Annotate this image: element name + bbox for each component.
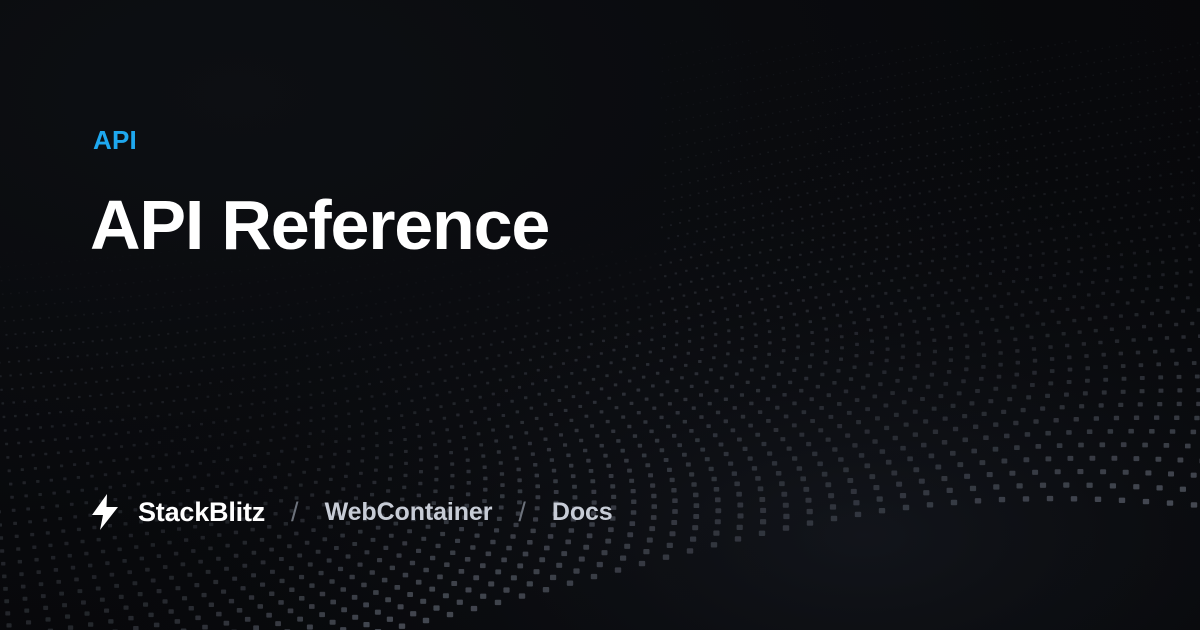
section-label: API xyxy=(93,125,137,155)
page-title: API Reference xyxy=(90,186,550,264)
brand-name[interactable]: StackBlitz xyxy=(138,497,265,528)
breadcrumb-separator: / xyxy=(518,496,526,527)
breadcrumb: StackBlitz / WebContainer / Docs xyxy=(92,492,613,532)
breadcrumb-item-webcontainer[interactable]: WebContainer xyxy=(325,498,493,527)
og-card: API API Reference StackBlitz / WebContai… xyxy=(0,0,1200,630)
lightning-bolt-icon xyxy=(92,494,118,530)
breadcrumb-separator: / xyxy=(291,496,299,527)
breadcrumb-item-docs[interactable]: Docs xyxy=(552,498,613,527)
